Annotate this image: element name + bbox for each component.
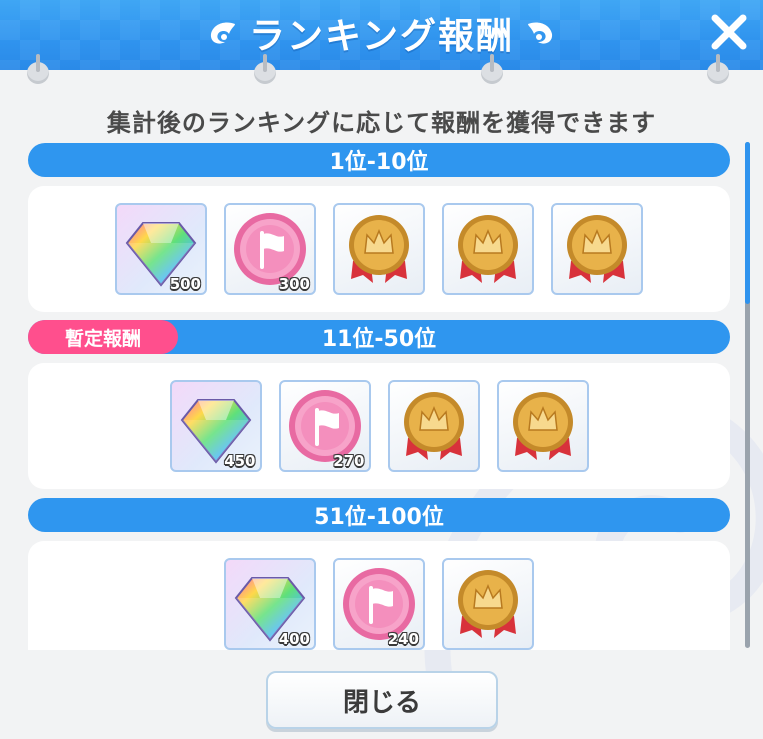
reward-item[interactable]: 300	[224, 203, 316, 295]
gold-medal-icon	[567, 215, 627, 283]
reward-list[interactable]: 1位-10位 500 300 暫定報酬 11位-50位 450 270 51位-…	[28, 140, 732, 650]
wing-left-icon	[210, 22, 236, 44]
reward-quantity: 400	[278, 630, 310, 648]
reward-quantity: 500	[169, 275, 201, 293]
gold-medal-icon	[458, 570, 518, 638]
reward-item[interactable]	[333, 203, 425, 295]
tier-rewards-1: 500 300	[28, 186, 730, 312]
title-wrap: ランキング報酬	[0, 10, 763, 57]
reward-quantity: 270	[333, 452, 365, 470]
reward-quantity: 450	[224, 452, 256, 470]
gold-medal-icon	[403, 392, 464, 460]
dialog-header: ランキング報酬	[0, 0, 763, 70]
reward-item[interactable]: 500	[115, 203, 207, 295]
tier-header-2: 暫定報酬 11位-50位	[28, 320, 730, 354]
close-icon[interactable]	[705, 8, 753, 56]
tier-rewards-3: 400 240	[28, 541, 730, 650]
reward-item[interactable]	[442, 203, 534, 295]
scrollbar-thumb[interactable]	[745, 142, 750, 304]
dialog-title: ランキング報酬	[249, 16, 514, 57]
tier-label: 11位-50位	[321, 327, 437, 352]
scrollbar[interactable]	[745, 142, 750, 648]
binder-pin	[481, 54, 503, 84]
close-button[interactable]: 閉じる	[266, 671, 498, 729]
tier-label: 51位-100位	[314, 505, 444, 530]
reward-quantity: 240	[387, 630, 419, 648]
tier-header-3: 51位-100位	[28, 498, 730, 532]
reward-item[interactable]: 270	[278, 380, 371, 472]
binder-pin	[27, 54, 49, 84]
gold-medal-icon	[458, 215, 518, 283]
subtitle: 集計後のランキングに応じて報酬を獲得できます	[106, 109, 657, 137]
reward-item[interactable]	[387, 380, 480, 472]
reward-item[interactable]: 450	[169, 380, 262, 472]
tier-header-1: 1位-10位	[28, 143, 730, 177]
reward-item[interactable]	[496, 380, 589, 472]
binder-pin	[707, 54, 729, 84]
tier-rewards-2: 450 270	[28, 363, 730, 489]
binder-pins	[0, 54, 763, 92]
reward-item[interactable]: 400	[224, 558, 316, 650]
reward-item[interactable]	[442, 558, 534, 650]
reward-quantity: 300	[278, 275, 310, 293]
reward-item[interactable]: 240	[333, 558, 425, 650]
gold-medal-icon	[512, 392, 573, 460]
reward-item[interactable]	[551, 203, 643, 295]
wing-right-icon	[527, 22, 553, 44]
binder-pin	[254, 54, 276, 84]
provisional-reward-badge: 暫定報酬	[28, 320, 178, 354]
tier-label: 1位-10位	[329, 150, 429, 175]
gold-medal-icon	[349, 215, 409, 283]
